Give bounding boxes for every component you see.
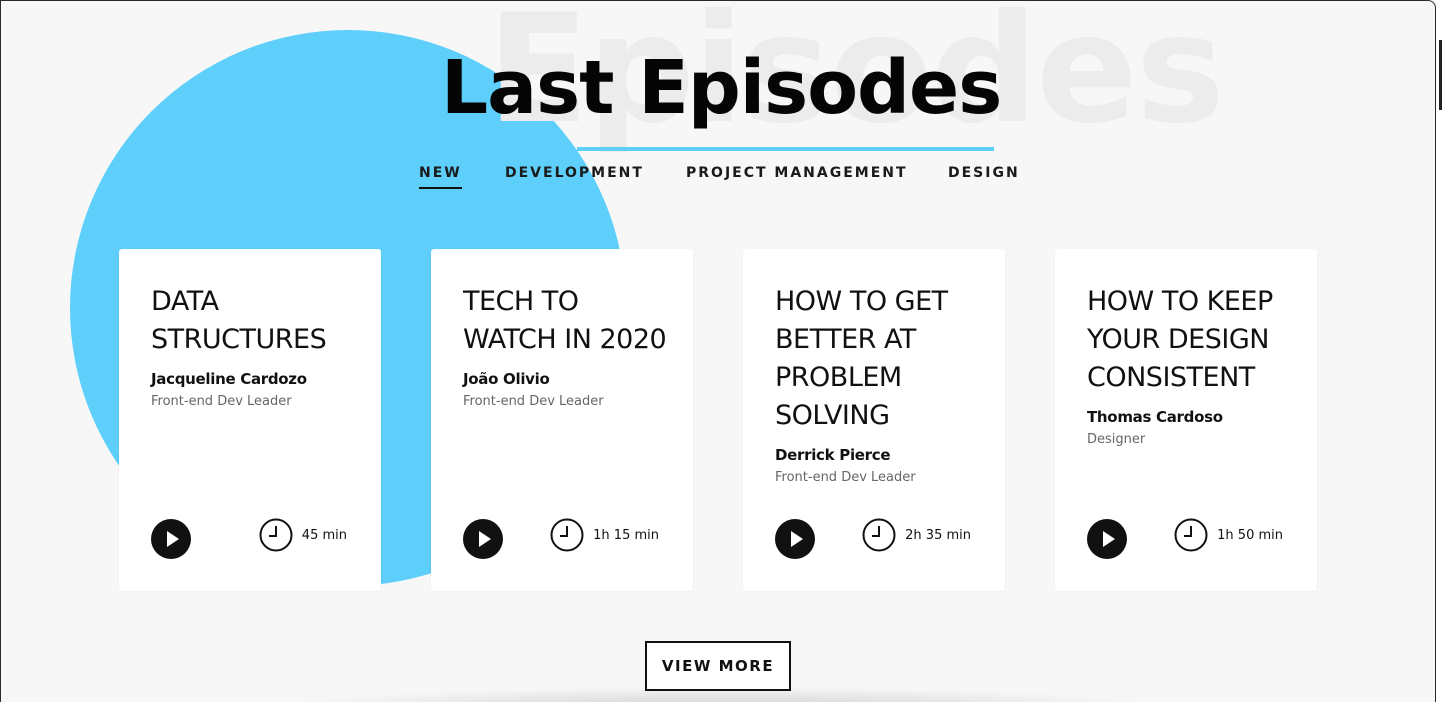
episode-duration: 1h 50 min [1174,517,1283,553]
duration-label: 1h 15 min [593,527,659,543]
tab-project-management[interactable]: PROJECT MANAGEMENT [686,165,908,187]
episode-author-role: Front-end Dev Leader [463,394,604,409]
window-edge [1436,0,1442,702]
episode-title: TECH TO WATCH IN 2020 [463,286,667,355]
episode-duration: 1h 15 min [550,517,659,553]
episode-info: HOW TO GET BETTER AT PROBLEM SOLVING Der… [775,283,987,487]
episode-author-role: Front-end Dev Leader [775,470,916,485]
play-button[interactable] [151,519,191,559]
episode-info: HOW TO KEEP YOUR DESIGN CONSISTENT Thoma… [1087,283,1299,449]
episode-author: Jacqueline Cardozo [151,370,307,388]
play-icon [479,531,491,547]
episode-duration: 2h 35 min [862,517,971,553]
view-more-button[interactable]: VIEW MORE [645,641,791,691]
episode-card: DATA STRUCTURES Jacqueline Cardozo Front… [119,249,381,591]
episode-info: TECH TO WATCH IN 2020 João Olivio Front-… [463,283,675,411]
episode-author: Derrick Pierce [775,446,891,464]
play-icon [791,531,803,547]
episode-card: HOW TO GET BETTER AT PROBLEM SOLVING Der… [743,249,1005,591]
play-button[interactable] [775,519,815,559]
clock-icon [550,518,584,552]
tab-design[interactable]: DESIGN [948,165,1020,187]
episodes-section: Episodes Last Episodes NEW DEVELOPMENT P… [0,0,1436,702]
episode-card: TECH TO WATCH IN 2020 João Olivio Front-… [431,249,693,591]
episode-author-role: Designer [1087,432,1146,447]
duration-label: 1h 50 min [1217,527,1283,543]
tab-new[interactable]: NEW [419,165,462,189]
play-button[interactable] [463,519,503,559]
episode-card: HOW TO KEEP YOUR DESIGN CONSISTENT Thoma… [1055,249,1317,591]
category-tabs: NEW DEVELOPMENT PROJECT MANAGEMENT DESIG… [1,165,1435,195]
episode-info: DATA STRUCTURES Jacqueline Cardozo Front… [151,283,363,411]
tab-development[interactable]: DEVELOPMENT [505,165,644,187]
title-underline [577,147,994,151]
episode-title: HOW TO KEEP YOUR DESIGN CONSISTENT [1087,286,1273,393]
clock-icon [259,518,293,552]
duration-label: 2h 35 min [905,527,971,543]
episode-author: João Olivio [463,370,550,388]
episode-title: HOW TO GET BETTER AT PROBLEM SOLVING [775,286,948,431]
play-icon [167,531,179,547]
clock-icon [862,518,896,552]
play-button[interactable] [1087,519,1127,559]
play-icon [1103,531,1115,547]
episode-author: Thomas Cardoso [1087,408,1223,426]
episode-author-role: Front-end Dev Leader [151,394,292,409]
clock-icon [1174,518,1208,552]
episode-duration: 45 min [259,517,347,553]
episode-title: DATA STRUCTURES [151,286,327,355]
duration-label: 45 min [301,527,347,543]
page-title: Last Episodes [441,45,1002,131]
